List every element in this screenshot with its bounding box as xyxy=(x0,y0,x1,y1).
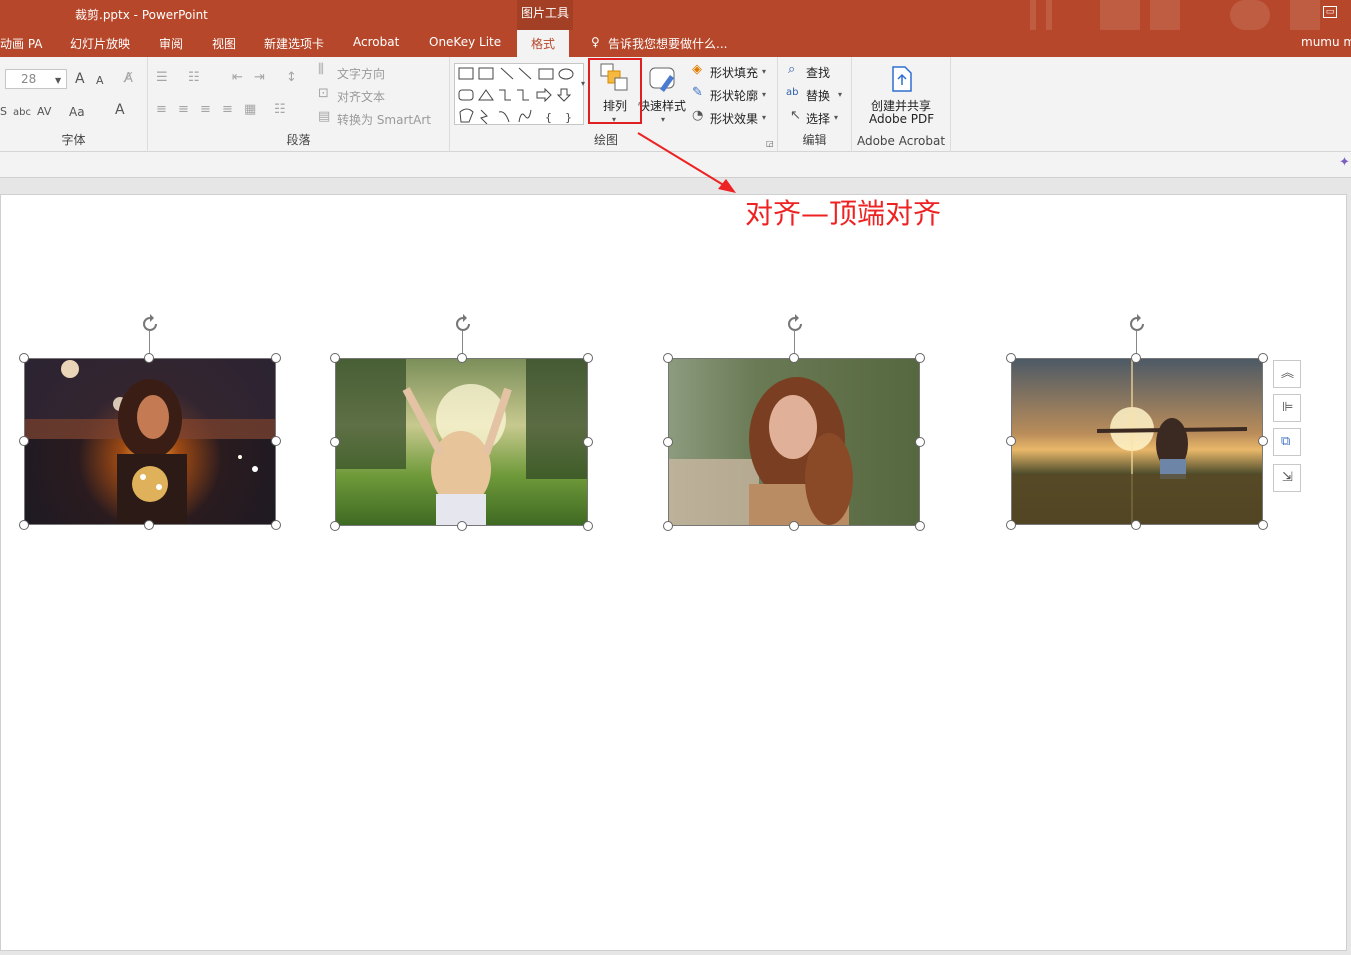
align-left-objects-icon: ⊫ xyxy=(1282,400,1294,415)
find-icon[interactable]: ⌕ xyxy=(788,63,795,77)
justify-icon[interactable]: ≡ xyxy=(222,103,233,117)
user-name[interactable]: mumu m xyxy=(1301,35,1351,49)
ribbon-display-icon[interactable]: ▭ xyxy=(1323,6,1337,18)
title-bar: 裁剪.pptx - PowerPoint 图片工具 ▭ xyxy=(0,0,1351,30)
create-pdf-icon[interactable] xyxy=(890,65,914,93)
editing-group: ⌕ 查找 ab 替换 ▾ ↖ 选择 ▾ 编辑 xyxy=(778,57,852,152)
tab-review[interactable]: 审阅 xyxy=(159,35,183,52)
decrease-indent-icon[interactable]: ⇤ xyxy=(232,71,243,85)
quick-styles-icon[interactable] xyxy=(648,65,678,93)
gallery-scroll-icon[interactable]: ▾ xyxy=(581,77,585,91)
layout-options-button[interactable]: ︽ xyxy=(1273,360,1301,388)
chevron-up-icon: ︽ xyxy=(1281,366,1295,381)
bullets-icon[interactable]: ☰ xyxy=(156,71,168,85)
crop-button[interactable]: ⇲ xyxy=(1273,464,1301,492)
select-cursor-icon[interactable]: ↖ xyxy=(790,109,801,123)
create-pdf-line2[interactable]: Adobe PDF xyxy=(869,112,934,126)
photo-woman-portrait[interactable] xyxy=(668,358,920,526)
tab-animations[interactable]: 动画 PA xyxy=(0,35,43,52)
text-direction-button[interactable]: 文字方向 xyxy=(337,65,385,82)
change-case-icon[interactable]: Aa xyxy=(69,105,85,119)
tab-new[interactable]: 新建选项卡 xyxy=(264,35,324,52)
shape-outline-button[interactable]: 形状轮廓 xyxy=(710,87,758,104)
tab-format[interactable]: 格式 xyxy=(517,30,570,57)
align-right-icon[interactable]: ≡ xyxy=(200,103,211,117)
find-button[interactable]: 查找 xyxy=(806,64,830,81)
annotation-arrow xyxy=(637,132,736,193)
shape-fill-icon[interactable]: ◈ xyxy=(692,63,702,77)
dialog-launcher-icon[interactable]: ◲ xyxy=(766,137,774,151)
shrink-font-icon[interactable]: A xyxy=(96,74,104,88)
align-left-icon[interactable]: ≡ xyxy=(156,103,167,117)
columns-icon[interactable]: ☷ xyxy=(274,103,286,117)
tab-view[interactable]: 视图 xyxy=(212,35,236,52)
align-text-icon[interactable]: ⊡ xyxy=(318,87,329,101)
chevron-down-icon[interactable]: ▾ xyxy=(762,65,766,79)
align-button[interactable]: ⊫ xyxy=(1273,394,1301,422)
line-spacing-icon[interactable]: ↕ xyxy=(286,71,297,85)
acrobat-group: 创建并共享 Adobe PDF Adobe Acrobat xyxy=(852,57,951,152)
numbering-icon[interactable]: ☷ xyxy=(188,71,200,85)
tab-onekey[interactable]: OneKey Lite xyxy=(429,35,501,49)
svg-text:}: } xyxy=(565,111,572,124)
rotate-handle-icon[interactable] xyxy=(1126,313,1148,335)
photo-girl-arms-up[interactable] xyxy=(335,358,588,526)
strikethrough-icon[interactable]: abc xyxy=(13,106,31,120)
bring-forward-icon: ⧉ xyxy=(1281,434,1291,449)
picture-tools-label: 图片工具 xyxy=(517,0,573,30)
arrange-highlight xyxy=(588,58,642,124)
editing-group-label: 编辑 xyxy=(802,133,827,147)
acrobat-group-label: Adobe Acrobat xyxy=(856,134,946,148)
smartart-icon[interactable]: ▤ xyxy=(318,110,330,124)
shape-outline-icon[interactable]: ✎ xyxy=(692,86,703,100)
increase-indent-icon[interactable]: ⇥ xyxy=(254,71,265,85)
clear-format-icon[interactable]: A̸ xyxy=(124,72,133,86)
feedback-icon[interactable]: ✦ xyxy=(1339,156,1350,170)
shapes-gallery[interactable]: {} xyxy=(454,63,584,125)
paragraph-group-label: 段落 xyxy=(286,133,311,147)
char-spacing-icon[interactable]: AV xyxy=(37,105,51,119)
paragraph-group: ☰ ☷ ⇤ ⇥ ↕ ≡ ≡ ≡ ≡ ▦ ☷ ⫼ 文字方向 ⊡ 对齐文本 ▤ 转换… xyxy=(148,57,450,152)
rotate-handle-icon[interactable] xyxy=(784,313,806,335)
chevron-down-icon[interactable]: ▾ xyxy=(838,88,842,102)
rotate-handle-icon[interactable] xyxy=(452,313,474,335)
tell-me-input[interactable]: 告诉我您想要做什么... xyxy=(608,35,727,52)
text-direction-icon[interactable]: ⫼ xyxy=(318,63,324,77)
chevron-down-icon[interactable]: ▾ xyxy=(834,111,838,125)
lightbulb-icon: ♀ xyxy=(591,35,600,49)
ribbon-tabs: 动画 PA 幻灯片放映 审阅 视图 新建选项卡 Acrobat OneKey L… xyxy=(0,30,1351,57)
arrange-objects-button[interactable]: ⧉ xyxy=(1273,428,1301,456)
distribute-icon[interactable]: ▦ xyxy=(244,103,256,117)
tab-slideshow[interactable]: 幻灯片放映 xyxy=(70,35,130,52)
shape-effects-icon[interactable]: ◔ xyxy=(692,109,703,123)
font-group-label: 字体 xyxy=(61,133,86,147)
grow-font-icon[interactable]: A xyxy=(75,72,85,86)
svg-text:{: { xyxy=(545,111,552,124)
photo-girl-lights[interactable] xyxy=(24,358,276,525)
chevron-down-icon[interactable]: ▼ xyxy=(55,74,61,88)
rotate-handle-icon[interactable] xyxy=(139,313,161,335)
align-text-button[interactable]: 对齐文本 xyxy=(337,88,385,105)
font-group: 28 ▼ A A A̸ S abc AV Aa A 字体 xyxy=(0,57,148,152)
replace-button[interactable]: 替换 xyxy=(806,87,830,104)
window-title: 裁剪.pptx - PowerPoint xyxy=(75,8,208,22)
quick-styles-button[interactable]: 快速样式 xyxy=(638,97,686,114)
chevron-down-icon[interactable]: ▾ xyxy=(762,111,766,125)
chevron-down-icon[interactable]: ▾ xyxy=(762,88,766,102)
shape-fill-button[interactable]: 形状填充 xyxy=(710,64,758,81)
slide-canvas[interactable]: ︽ ⊫ ⧉ ⇲ xyxy=(0,194,1347,951)
annotation-text: 对齐—顶端对齐 xyxy=(745,197,942,230)
replace-icon[interactable]: ab xyxy=(786,86,798,100)
align-center-icon[interactable]: ≡ xyxy=(178,103,189,117)
font-color-icon[interactable]: A xyxy=(115,103,125,117)
resize-icon: ⇲ xyxy=(1282,470,1293,485)
convert-smartart-button[interactable]: 转换为 SmartArt xyxy=(337,111,431,128)
tab-acrobat[interactable]: Acrobat xyxy=(353,35,399,49)
photo-girl-sunset[interactable] xyxy=(1011,358,1263,525)
select-button[interactable]: 选择 xyxy=(806,110,830,127)
strike-icon[interactable]: S xyxy=(0,105,7,119)
